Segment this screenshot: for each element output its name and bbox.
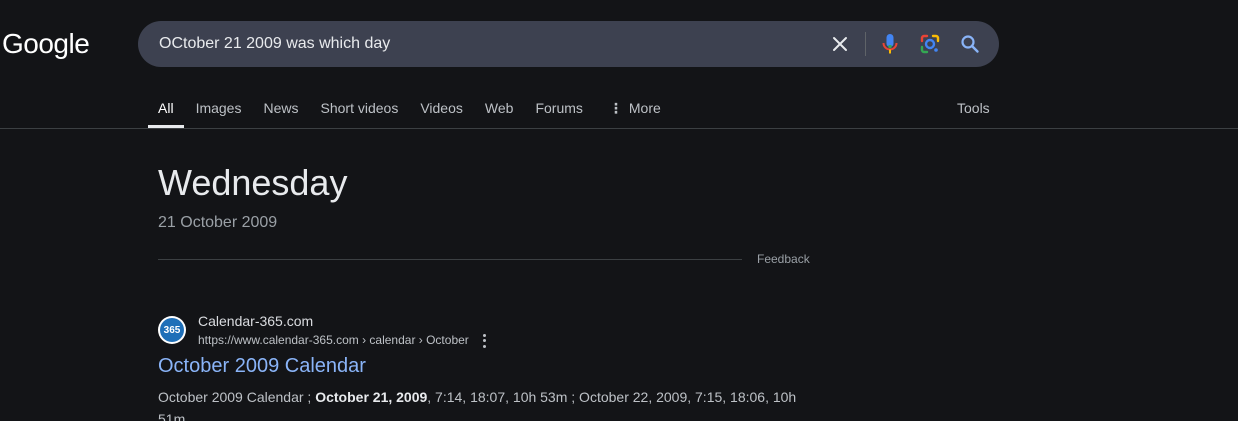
- more-vert-icon: ⋮: [608, 100, 623, 116]
- search-box[interactable]: OCtober 21 2009 was which day: [138, 21, 999, 67]
- feedback-link[interactable]: Feedback: [757, 252, 810, 266]
- tab-web[interactable]: Web: [485, 86, 514, 128]
- site-favicon[interactable]: 365: [158, 316, 186, 344]
- lens-icon: [920, 34, 940, 54]
- tabs-divider: [0, 128, 1238, 129]
- tab-forums[interactable]: Forums: [535, 86, 582, 128]
- tab-short-videos[interactable]: Short videos: [321, 86, 399, 128]
- answer-date: 21 October 2009: [158, 214, 278, 231]
- tools-button[interactable]: Tools: [957, 100, 990, 116]
- search-divider: [865, 32, 866, 56]
- result-options-icon[interactable]: [478, 333, 490, 349]
- answer-day: Wednesday: [158, 162, 348, 203]
- tab-more-label: More: [628, 100, 661, 116]
- tab-more[interactable]: ⋮ More: [609, 86, 661, 128]
- snippet-text: October 2009 Calendar ;: [158, 389, 316, 405]
- clear-search-button[interactable]: [828, 32, 852, 56]
- result-site-name[interactable]: Calendar-365.com: [198, 313, 313, 329]
- search-icon: [961, 35, 979, 53]
- favicon-badge: 365: [160, 318, 184, 342]
- result-title-link[interactable]: October 2009 Calendar: [158, 355, 366, 378]
- close-icon: [833, 37, 847, 51]
- result-snippet: October 2009 Calendar ; October 21, 2009…: [158, 386, 808, 421]
- snippet-highlight: October 21, 2009: [315, 389, 428, 405]
- google-logo[interactable]: Google: [2, 28, 90, 60]
- search-input[interactable]: OCtober 21 2009 was which day: [159, 35, 390, 53]
- search-tabs: All Images News Short videos Videos Web …: [148, 86, 683, 128]
- lens-search-button[interactable]: [918, 32, 942, 56]
- answer-divider: [158, 259, 742, 260]
- tab-all[interactable]: All: [148, 86, 184, 128]
- tab-videos[interactable]: Videos: [420, 86, 463, 128]
- voice-search-button[interactable]: [878, 32, 902, 56]
- tab-images[interactable]: Images: [196, 86, 242, 128]
- search-button[interactable]: [958, 32, 982, 56]
- tab-news[interactable]: News: [263, 86, 298, 128]
- result-url[interactable]: https://www.calendar-365.com › calendar …: [198, 333, 469, 347]
- microphone-icon: [882, 34, 898, 54]
